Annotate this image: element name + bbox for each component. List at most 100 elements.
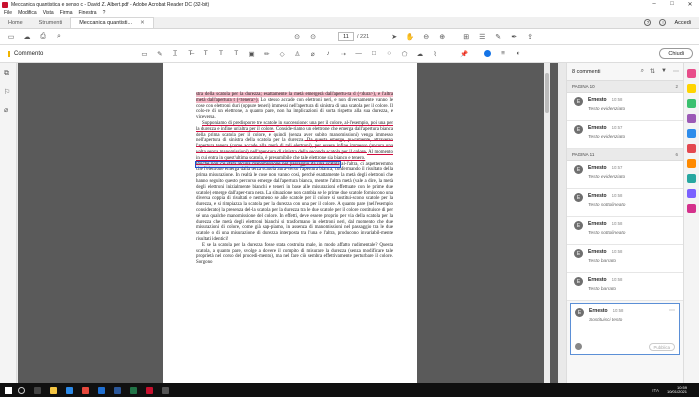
help-icon[interactable]: ? — [644, 19, 652, 26]
underline-text-icon[interactable]: T̲ — [171, 49, 180, 58]
page-thumbnails-icon[interactable]: ⧉ — [4, 70, 12, 78]
pencil-icon[interactable]: ✏ — [262, 49, 271, 58]
sticky-note-icon[interactable]: ▭ — [140, 49, 149, 58]
upload-icon[interactable]: ☁ — [22, 32, 32, 42]
more-options-icon[interactable]: ⋯ — [673, 68, 679, 75]
attach-file-icon[interactable]: ⌀ — [308, 49, 317, 58]
hand-tool-icon[interactable]: ✋ — [405, 32, 415, 42]
acrobat-taskbar-icon[interactable] — [146, 386, 153, 394]
scrollbar-thumb[interactable] — [545, 73, 549, 113]
opacity-icon[interactable]: ◐ — [514, 49, 523, 58]
mail-icon[interactable] — [98, 386, 105, 394]
comment-item[interactable]: E Ernesto 10:58 Testo barrato — [567, 245, 683, 273]
comment-text-input[interactable]: Sostituisci testo — [589, 318, 623, 323]
oval-icon[interactable]: ○ — [385, 49, 394, 58]
page-group-11[interactable]: PAGINA 11 6 — [567, 149, 683, 161]
comment-item[interactable]: E Ernesto 10:57 Testo evidenziato — [567, 161, 683, 189]
tool-icon[interactable] — [687, 129, 696, 138]
pdf-page[interactable]: stra della scatola per la durezza; esatt… — [163, 63, 417, 383]
comment-item[interactable]: E Ernesto 10:58 Testo sottolineato — [567, 189, 683, 217]
polygon-icon[interactable]: ⬠ — [400, 49, 409, 58]
comment-item[interactable]: E Ernesto 10:58 Testo barrato — [567, 273, 683, 301]
filter-icon[interactable]: ▼ — [661, 68, 667, 75]
comment-item[interactable]: E Ernesto 10:58 Testo sottolineato — [567, 217, 683, 245]
menu-vista[interactable]: Vista — [43, 10, 54, 16]
maximize-button[interactable]: □ — [663, 1, 681, 8]
edge-icon[interactable] — [66, 386, 73, 394]
tool-icon[interactable] — [687, 69, 696, 78]
polyline-icon[interactable]: ⌇ — [431, 49, 440, 58]
search-comments-icon[interactable]: ⌕ — [641, 68, 644, 75]
sign-icon[interactable]: ✒ — [509, 32, 519, 42]
comment-item[interactable]: E Ernesto 10:57 Testo evidenziato — [567, 121, 683, 149]
tool-icon[interactable] — [687, 189, 696, 198]
notifications-icon[interactable]: ! — [659, 19, 667, 26]
fit-page-icon[interactable]: ⊞ — [461, 32, 471, 42]
language-indicator[interactable]: ITA — [652, 388, 659, 393]
page-group-10[interactable]: PAGINA 10 2 — [567, 81, 683, 93]
zoom-in-icon[interactable]: ⊕ — [437, 32, 447, 42]
sort-icon[interactable]: ⇅ — [650, 68, 655, 75]
menu-firma[interactable]: Firma — [60, 10, 73, 16]
bookmarks-icon[interactable]: ⚐ — [4, 88, 12, 96]
clock[interactable]: 10:59 10/01/2021 — [667, 385, 699, 395]
line-icon[interactable]: — — [354, 49, 363, 58]
tool-icon[interactable] — [687, 204, 696, 213]
cloud-icon[interactable]: ☁ — [415, 49, 424, 58]
arrow-icon[interactable]: ➝ — [339, 49, 348, 58]
rectangle-icon[interactable]: □ — [369, 49, 378, 58]
post-button[interactable]: Pubblica — [648, 343, 675, 351]
tab-tools[interactable]: Strumenti — [31, 17, 71, 28]
tab-home[interactable]: Home — [0, 17, 31, 28]
menu-file[interactable]: File — [4, 10, 12, 16]
search-icon[interactable]: ⌕ — [54, 32, 64, 42]
tool-icon[interactable] — [687, 174, 696, 183]
tool-icon[interactable] — [687, 99, 696, 108]
save-icon[interactable]: ▭ — [6, 32, 16, 42]
tool-icon[interactable] — [687, 114, 696, 123]
comment-more-icon[interactable]: ⋯ — [669, 307, 675, 314]
print-icon[interactable]: ⎙ — [38, 32, 48, 42]
search-taskbar-icon[interactable] — [18, 386, 25, 394]
select-cursor-icon[interactable]: ➤ — [389, 32, 399, 42]
text-comment-icon[interactable]: T — [232, 49, 241, 58]
highlight-tool-icon[interactable]: ✎ — [493, 32, 503, 42]
page-down-icon[interactable]: ⊙ — [308, 32, 318, 42]
document-viewer[interactable]: stra della scatola per la durezza; esatt… — [18, 63, 558, 383]
scroll-mode-icon[interactable]: ☰ — [477, 32, 487, 42]
document-scrollbar[interactable] — [544, 63, 550, 383]
highlight-text-icon[interactable]: ✎ — [155, 49, 164, 58]
chrome-icon[interactable] — [82, 386, 89, 394]
color-picker[interactable] — [483, 49, 492, 58]
insert-text-icon[interactable]: T — [216, 49, 225, 58]
minimize-button[interactable]: – — [645, 1, 663, 8]
stamp-icon[interactable]: ♙ — [293, 49, 302, 58]
store-icon[interactable] — [162, 386, 169, 394]
close-comment-button[interactable]: Chiudi — [659, 48, 693, 59]
line-weight-icon[interactable]: ≡ — [499, 49, 508, 58]
page-up-icon[interactable]: ⊙ — [292, 32, 302, 42]
strikethrough-text-icon[interactable]: T̶ — [186, 49, 195, 58]
excel-icon[interactable] — [130, 386, 137, 394]
comment-tool-icon[interactable] — [687, 84, 696, 93]
tool-icon[interactable] — [687, 159, 696, 168]
share-icon[interactable]: ⇪ — [525, 32, 535, 42]
eraser-icon[interactable]: ◇ — [278, 49, 287, 58]
word-icon[interactable] — [114, 386, 121, 394]
menu-modifica[interactable]: Modifica — [18, 10, 37, 16]
attachments-icon[interactable]: ⌀ — [4, 106, 12, 114]
sign-in-link[interactable]: Accedi — [674, 20, 691, 26]
zoom-out-icon[interactable]: ⊖ — [421, 32, 431, 42]
close-window-button[interactable]: ✕ — [681, 1, 699, 8]
replace-text-icon[interactable]: T — [201, 49, 210, 58]
tool-icon[interactable] — [687, 144, 696, 153]
file-explorer-icon[interactable] — [50, 386, 57, 394]
start-menu-icon[interactable] — [5, 386, 12, 394]
comment-item[interactable]: E Ernesto 10:58 Testo evidenziato — [567, 93, 683, 121]
text-box-icon[interactable]: ▣ — [247, 49, 256, 58]
menu-finestra[interactable]: Finestra — [79, 10, 97, 16]
menu-help[interactable]: ? — [103, 10, 106, 16]
pin-icon[interactable]: 📌 — [460, 49, 469, 58]
replaced-text-selection[interactable]: Poiché non c'è stata alcuna manomissione… — [195, 160, 341, 168]
tab-document[interactable]: Meccanica quantisti... ✕ — [70, 17, 154, 28]
